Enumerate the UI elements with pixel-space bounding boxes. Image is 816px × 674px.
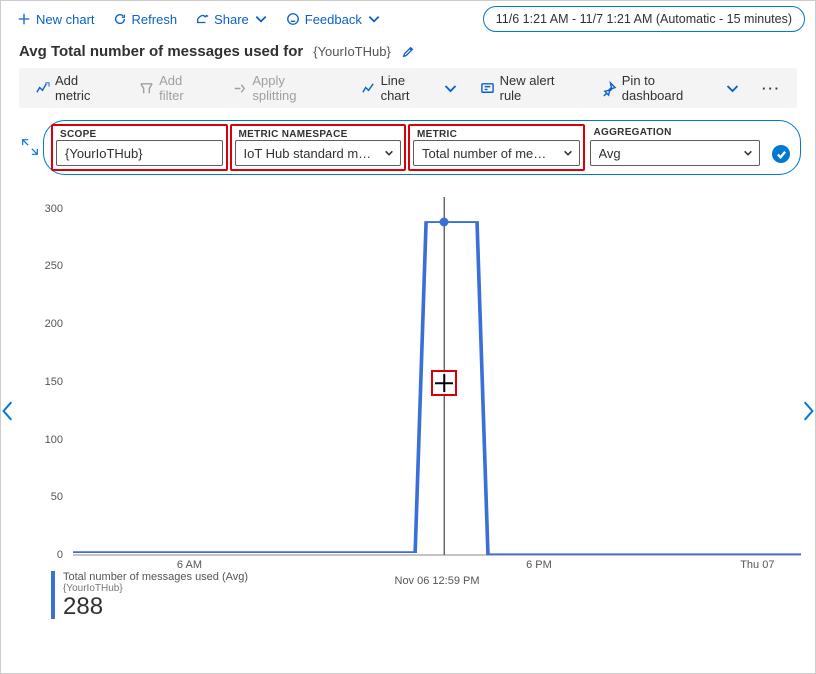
chart-data-point <box>440 218 449 227</box>
apply-splitting-button: Apply splitting <box>224 69 340 107</box>
namespace-label: METRIC NAMESPACE <box>235 129 402 140</box>
chevron-down-icon <box>743 148 753 158</box>
legend-color-bar <box>51 571 55 619</box>
add-metric-label: Add metric <box>55 73 117 103</box>
refresh-icon <box>113 12 127 26</box>
chart-prev-button[interactable] <box>1 400 15 422</box>
new-alert-rule-label: New alert rule <box>500 73 580 103</box>
expand-icon[interactable] <box>19 136 41 158</box>
feedback-button[interactable]: Feedback <box>280 8 387 31</box>
more-actions-button[interactable]: ··· <box>754 81 789 96</box>
line-chart-icon <box>361 81 376 96</box>
chart-title: Avg Total number of messages used for <box>19 43 303 60</box>
add-metric-button[interactable]: Add metric <box>27 69 125 107</box>
splitting-icon <box>232 81 247 96</box>
scope-value: {YourIoTHub} <box>65 146 143 161</box>
add-metric-icon <box>35 81 50 96</box>
new-alert-rule-button[interactable]: New alert rule <box>472 69 588 107</box>
smiley-icon <box>286 12 300 26</box>
pin-icon <box>602 81 617 96</box>
aggregation-label: AGGREGATION <box>590 127 761 138</box>
new-chart-label: New chart <box>36 12 95 27</box>
chart-type-label: Line chart <box>381 73 438 103</box>
metric-selector: SCOPE {YourIoTHub} METRIC NAMESPACE IoT … <box>43 120 801 175</box>
share-button[interactable]: Share <box>189 8 274 31</box>
scope-selector[interactable]: {YourIoTHub} <box>56 140 223 166</box>
legend-value: 288 <box>63 594 248 619</box>
chart-plot[interactable] <box>73 197 801 555</box>
share-label: Share <box>214 12 249 27</box>
chevron-down-icon <box>367 12 381 26</box>
chart-heading: Avg Total number of messages used for {Y… <box>1 37 815 68</box>
aggregation-value: Avg <box>599 146 621 161</box>
add-filter-label: Add filter <box>159 73 210 103</box>
chart-legend: Total number of messages used (Avg) {You… <box>51 571 248 619</box>
new-chart-button[interactable]: New chart <box>11 8 101 31</box>
chart-action-bar: Add metric Add filter Apply splitting Li… <box>19 68 797 108</box>
chart-next-button[interactable] <box>801 400 815 422</box>
chevron-down-icon <box>443 81 458 96</box>
pin-to-dashboard-button[interactable]: Pin to dashboard <box>594 69 748 107</box>
chart-area: 050100150200250300 6 AM6 PMThu 07 Nov 06… <box>19 197 801 603</box>
namespace-selector[interactable]: IoT Hub standard m… <box>235 140 402 166</box>
metric-label: METRIC <box>413 129 580 140</box>
time-range-picker[interactable]: 11/6 1:21 AM - 11/7 1:21 AM (Automatic -… <box>483 6 805 32</box>
chevron-down-icon <box>254 12 268 26</box>
pin-to-dashboard-label: Pin to dashboard <box>622 73 720 103</box>
apply-splitting-label: Apply splitting <box>252 73 332 103</box>
chart-type-button[interactable]: Line chart <box>353 69 466 107</box>
y-axis-ticks: 050100150200250300 <box>19 197 71 555</box>
confirm-metric-button[interactable] <box>772 145 790 163</box>
check-icon <box>776 149 787 160</box>
legend-series-name: Total number of messages used (Avg) <box>63 571 248 583</box>
x-axis-center-label: Nov 06 12:59 PM <box>395 575 480 587</box>
namespace-value: IoT Hub standard m… <box>244 146 372 161</box>
plus-icon <box>17 12 31 26</box>
refresh-label: Refresh <box>132 12 178 27</box>
metric-value: Total number of me… <box>422 146 546 161</box>
feedback-label: Feedback <box>305 12 362 27</box>
chevron-down-icon <box>384 148 394 158</box>
chart-crosshair-target <box>431 370 457 396</box>
scope-label: SCOPE <box>56 129 223 140</box>
pencil-icon[interactable] <box>401 45 415 59</box>
chart-resource: {YourIoTHub} <box>313 44 391 59</box>
top-toolbar: New chart Refresh Share Feedback 11/6 1:… <box>1 1 815 37</box>
metric-name-selector[interactable]: Total number of me… <box>413 140 580 166</box>
share-icon <box>195 12 209 26</box>
add-filter-button: Add filter <box>131 69 218 107</box>
chevron-down-icon <box>725 81 740 96</box>
chevron-down-icon <box>563 148 573 158</box>
alert-icon <box>480 81 495 96</box>
refresh-button[interactable]: Refresh <box>107 8 184 31</box>
filter-icon <box>139 81 154 96</box>
aggregation-selector[interactable]: Avg <box>590 140 761 166</box>
time-range-label: 11/6 1:21 AM - 11/7 1:21 AM (Automatic -… <box>496 12 792 26</box>
